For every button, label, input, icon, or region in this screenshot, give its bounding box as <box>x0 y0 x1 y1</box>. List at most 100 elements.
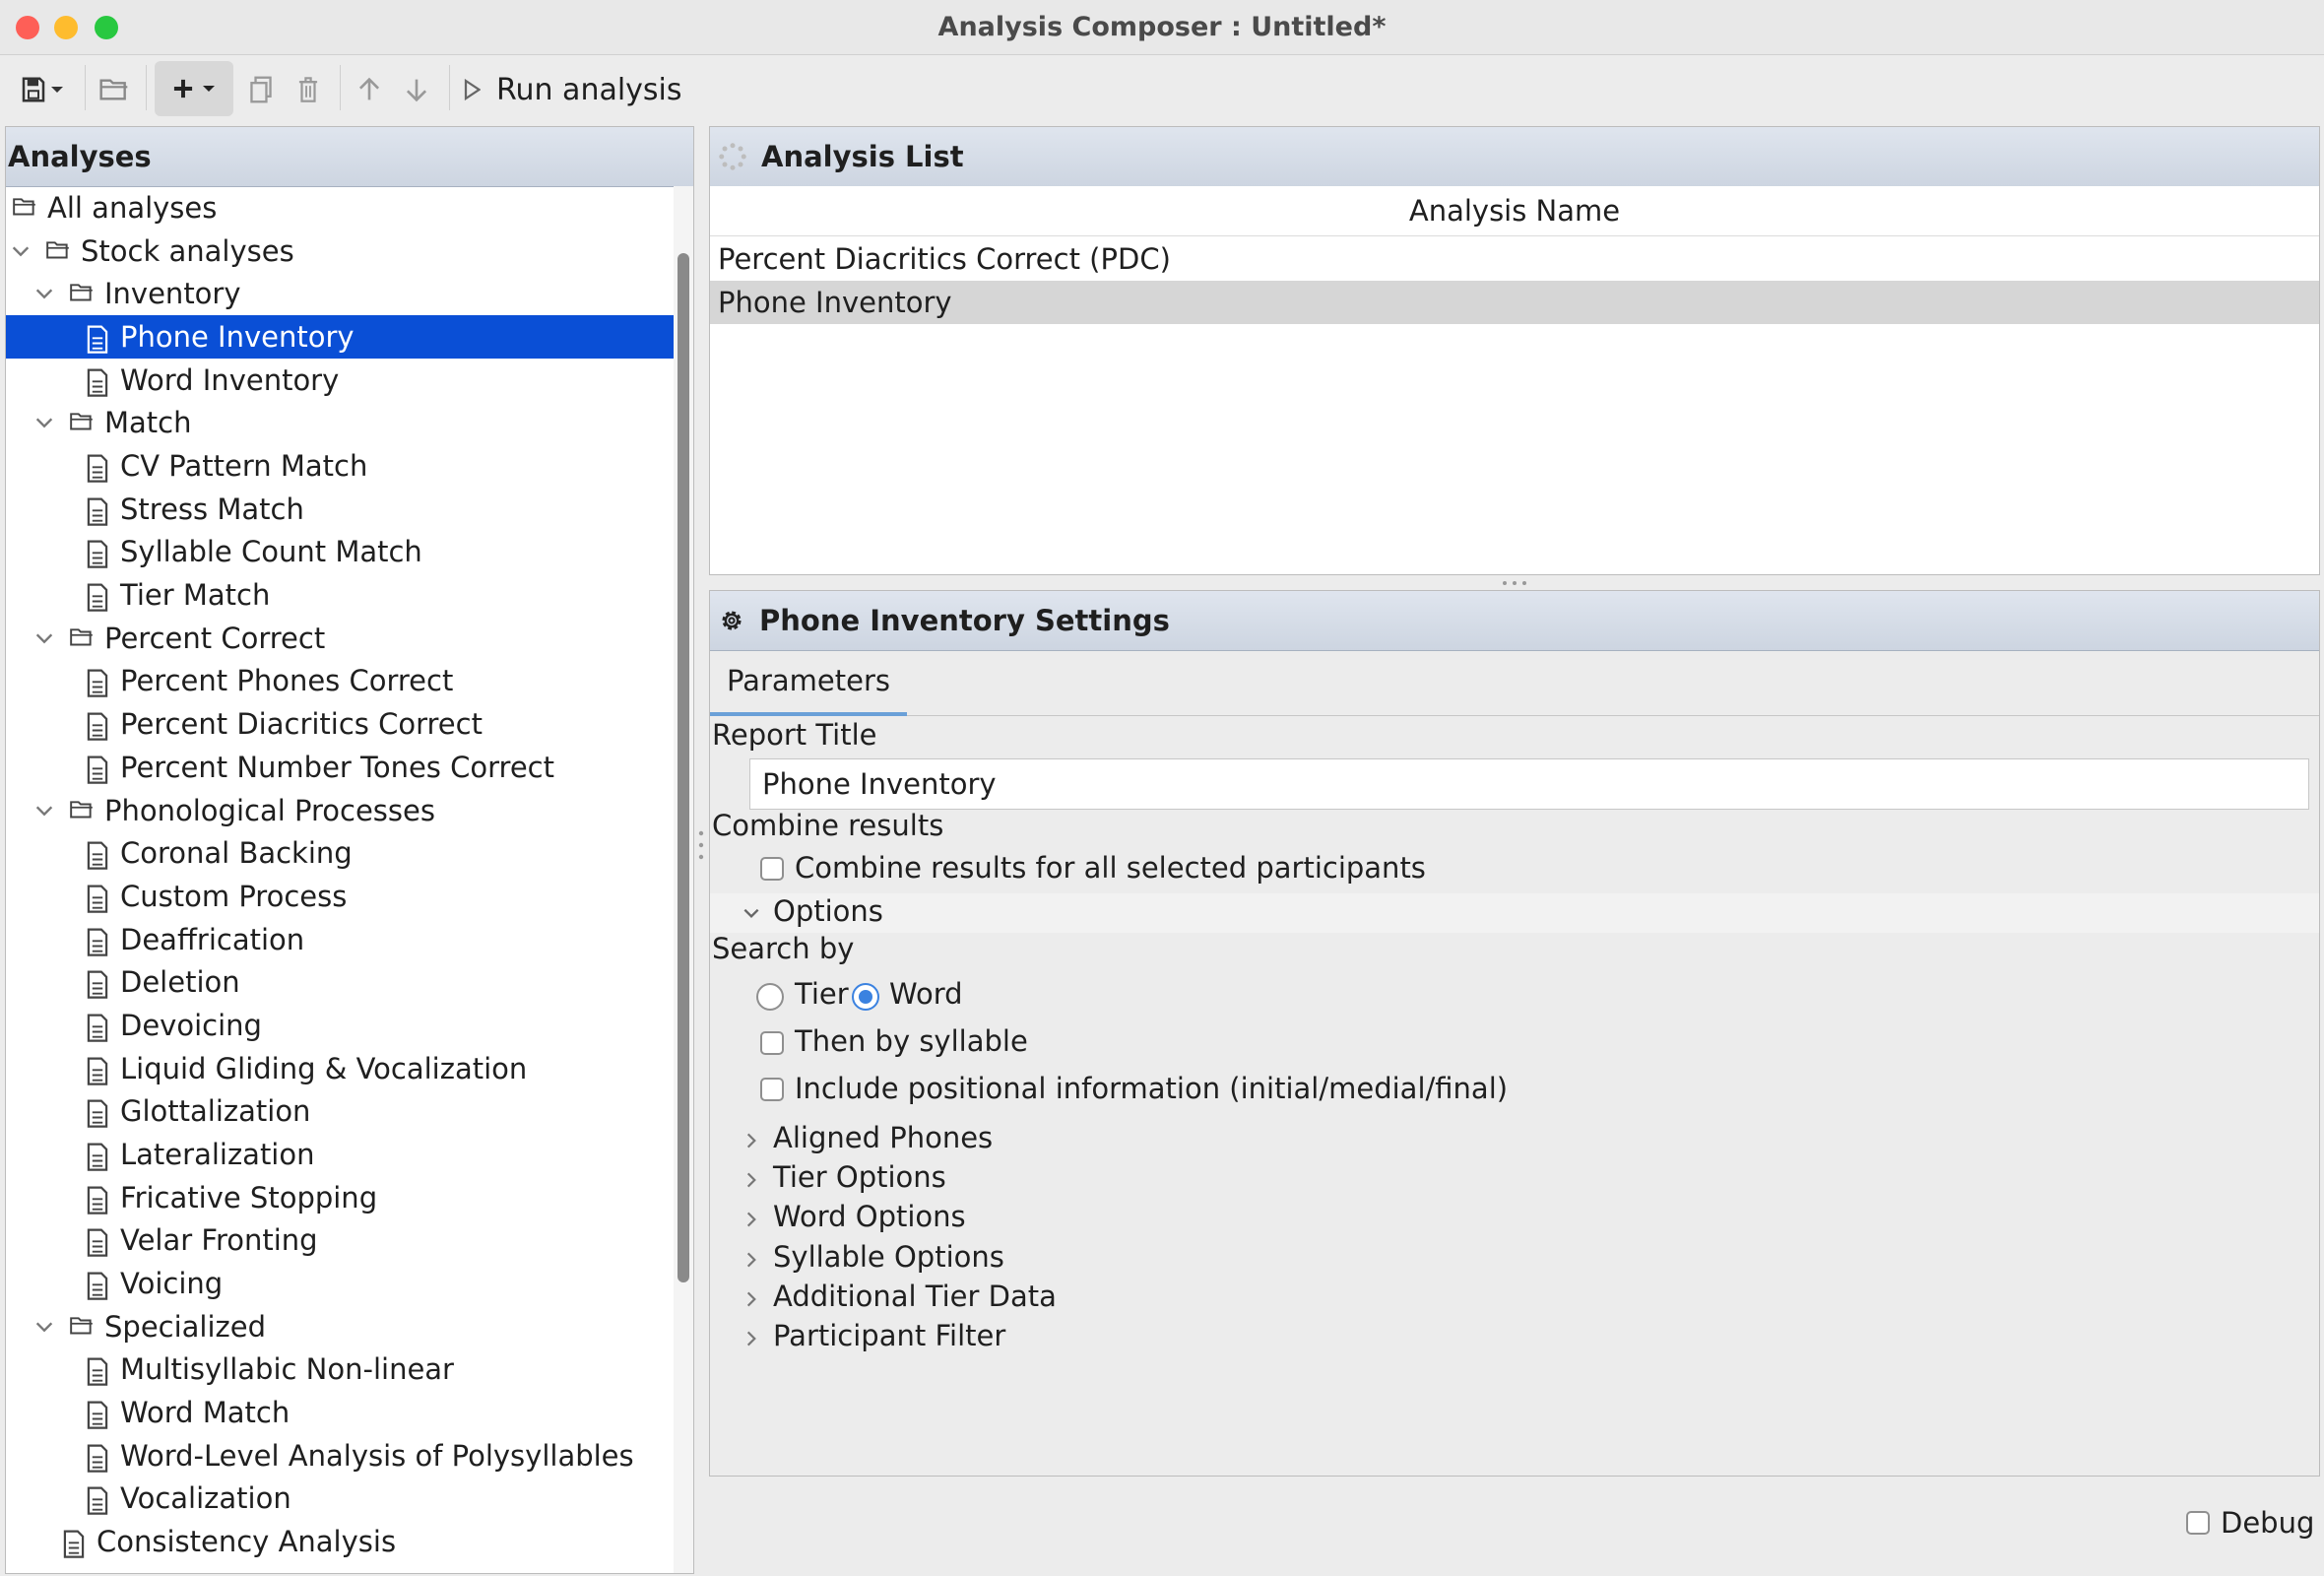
move-up-button[interactable] <box>352 69 387 110</box>
debug-label[interactable]: Debug <box>2221 1506 2314 1540</box>
tree-analysis-item[interactable]: Percent Number Tones Correct <box>6 746 676 789</box>
document-icon <box>85 927 110 956</box>
add-menu-button[interactable] <box>155 61 233 116</box>
chevron-down-icon[interactable] <box>33 800 55 821</box>
tree-folder-item[interactable]: Percent Correct <box>6 617 676 660</box>
tree-analysis-item[interactable]: Tier Match <box>6 573 676 617</box>
options-label: Options <box>773 894 883 928</box>
tree-folder-item[interactable]: Phonological Processes <box>6 789 676 832</box>
tree-analysis-item[interactable]: Lateralization <box>6 1133 676 1176</box>
tree-item-label: Velar Fronting <box>120 1223 318 1258</box>
open-folder-button[interactable] <box>95 69 134 110</box>
copy-button[interactable] <box>243 69 279 110</box>
title-bar: Analysis Composer : Untitled* <box>0 0 2324 55</box>
section-label: Additional Tier Data <box>773 1279 1057 1313</box>
tree-analysis-item[interactable]: Phone Inventory <box>6 315 676 360</box>
search-by-word-label[interactable]: Word <box>889 977 963 1011</box>
combine-results-checkbox[interactable] <box>760 857 784 881</box>
document-icon <box>85 324 110 354</box>
then-by-syllable-label[interactable]: Then by syllable <box>795 1024 1028 1058</box>
split-pane-divider[interactable] <box>695 126 707 1574</box>
tree-folder-item[interactable]: Specialized <box>6 1305 676 1348</box>
tree-analysis-item[interactable]: Stress Match <box>6 488 676 531</box>
tree-analysis-item[interactable]: Glottalization <box>6 1089 676 1133</box>
tree-analysis-item[interactable]: Word Match <box>6 1391 676 1434</box>
tree-analysis-item[interactable]: Multisyllabic Non-linear <box>6 1347 676 1391</box>
document-icon <box>85 1485 110 1516</box>
report-title-input[interactable] <box>749 758 2309 810</box>
run-analysis-label: Run analysis <box>496 72 682 107</box>
document-icon <box>85 539 110 569</box>
column-header-analysis-name[interactable]: Analysis Name <box>710 186 2319 236</box>
search-by-tier-label[interactable]: Tier <box>795 977 849 1011</box>
tree-analysis-item[interactable]: Custom Process <box>6 875 676 918</box>
horizontal-split-divider[interactable] <box>709 577 2320 589</box>
analysis-tree[interactable]: All analyses Stock analyses Inventory Phone… <box>6 186 676 1573</box>
tree-analysis-item[interactable]: Syllable Count Match <box>6 530 676 573</box>
combine-results-label: Combine results <box>712 809 944 842</box>
chevron-down-icon[interactable] <box>33 1316 55 1338</box>
tree-folder-item[interactable]: All analyses <box>6 186 676 230</box>
tree-analysis-item[interactable]: Deletion <box>6 960 676 1004</box>
analysis-list-row-selected[interactable]: Phone Inventory <box>710 281 2319 324</box>
chevron-down-icon[interactable] <box>33 412 55 433</box>
tree-analysis-item[interactable]: Percent Diacritics Correct <box>6 702 676 746</box>
collapsible-section-aligned-phones[interactable]: Aligned Phones <box>710 1121 1695 1160</box>
add-icon <box>170 76 196 101</box>
tree-item-label: Phonological Processes <box>104 793 435 827</box>
options-section-header[interactable]: Options <box>710 893 2319 933</box>
tree-analysis-item[interactable]: Voicing <box>6 1262 676 1305</box>
collapsible-section-syllable-options[interactable]: Syllable Options <box>710 1240 1695 1280</box>
include-positional-label[interactable]: Include positional information (initial/… <box>795 1072 1508 1105</box>
include-positional-checkbox[interactable] <box>760 1078 784 1101</box>
collapsible-section-participant-filter[interactable]: Participant Filter <box>710 1319 1695 1358</box>
tree-item-label: Stress Match <box>120 492 304 526</box>
tree-item-label: Deaffrication <box>120 922 305 956</box>
collapsible-section-word-options[interactable]: Word Options <box>710 1200 1695 1239</box>
analysis-list-row[interactable]: Percent Diacritics Correct (PDC) <box>710 237 2319 281</box>
tree-scrollbar[interactable] <box>674 186 693 1573</box>
collapsible-section-additional-tier-data[interactable]: Additional Tier Data <box>710 1280 1695 1319</box>
document-icon <box>85 1443 110 1473</box>
tree-folder-item[interactable]: Stock analyses <box>6 230 676 273</box>
tree-analysis-item[interactable]: Word-Level Analysis of Polysyllables <box>6 1434 676 1478</box>
tree-item-label: Percent Phones Correct <box>120 664 454 698</box>
tree-analysis-item[interactable]: CV Pattern Match <box>6 444 676 488</box>
collapsible-section-tier-options[interactable]: Tier Options <box>710 1160 1695 1200</box>
chevron-down-icon[interactable] <box>33 283 55 304</box>
tree-folder-item[interactable]: Match <box>6 401 676 444</box>
tree-scrollbar-thumb[interactable] <box>678 253 689 1282</box>
document-icon <box>85 1013 110 1042</box>
tree-analysis-item[interactable]: Liquid Gliding & Vocalization <box>6 1047 676 1090</box>
tree-analysis-item[interactable]: Deaffrication <box>6 918 676 961</box>
then-by-syllable-checkbox[interactable] <box>760 1031 784 1055</box>
tree-analysis-item[interactable]: Fricative Stopping <box>6 1176 676 1219</box>
document-icon <box>85 840 110 870</box>
run-analysis-button[interactable]: Run analysis <box>463 67 682 112</box>
save-menu-button[interactable] <box>12 69 73 110</box>
document-icon <box>85 1271 110 1300</box>
tree-folder-item[interactable]: Inventory <box>6 272 676 315</box>
delete-button[interactable] <box>290 69 326 110</box>
tree-analysis-item[interactable]: Word Inventory <box>6 359 676 402</box>
debug-checkbox[interactable] <box>2186 1511 2210 1535</box>
search-by-tier-radio[interactable] <box>756 983 784 1011</box>
search-by-word-radio[interactable] <box>852 983 879 1011</box>
tree-item-label: Fricative Stopping <box>120 1180 378 1215</box>
tree-analysis-item[interactable]: Velar Fronting <box>6 1218 676 1262</box>
move-down-button[interactable] <box>399 69 434 110</box>
tree-item-label: Match <box>104 406 192 440</box>
tree-analysis-item[interactable]: Devoicing <box>6 1004 676 1047</box>
chevron-right-icon <box>742 1131 761 1150</box>
gear-icon <box>718 607 745 634</box>
chevron-down-icon[interactable] <box>10 240 32 262</box>
tree-analysis-item[interactable]: Vocalization <box>6 1477 676 1520</box>
tab-parameters[interactable]: Parameters <box>710 650 907 716</box>
tree-analysis-item[interactable]: Coronal Backing <box>6 831 676 875</box>
copy-icon <box>247 75 275 104</box>
combine-results-checkbox-label[interactable]: Combine results for all selected partici… <box>795 851 1426 885</box>
tree-analysis-item[interactable]: Percent Phones Correct <box>6 659 676 702</box>
analysis-list-title: Analysis List <box>761 140 964 173</box>
chevron-down-icon[interactable] <box>33 627 55 649</box>
tree-analysis-item[interactable]: Consistency Analysis <box>6 1520 676 1563</box>
